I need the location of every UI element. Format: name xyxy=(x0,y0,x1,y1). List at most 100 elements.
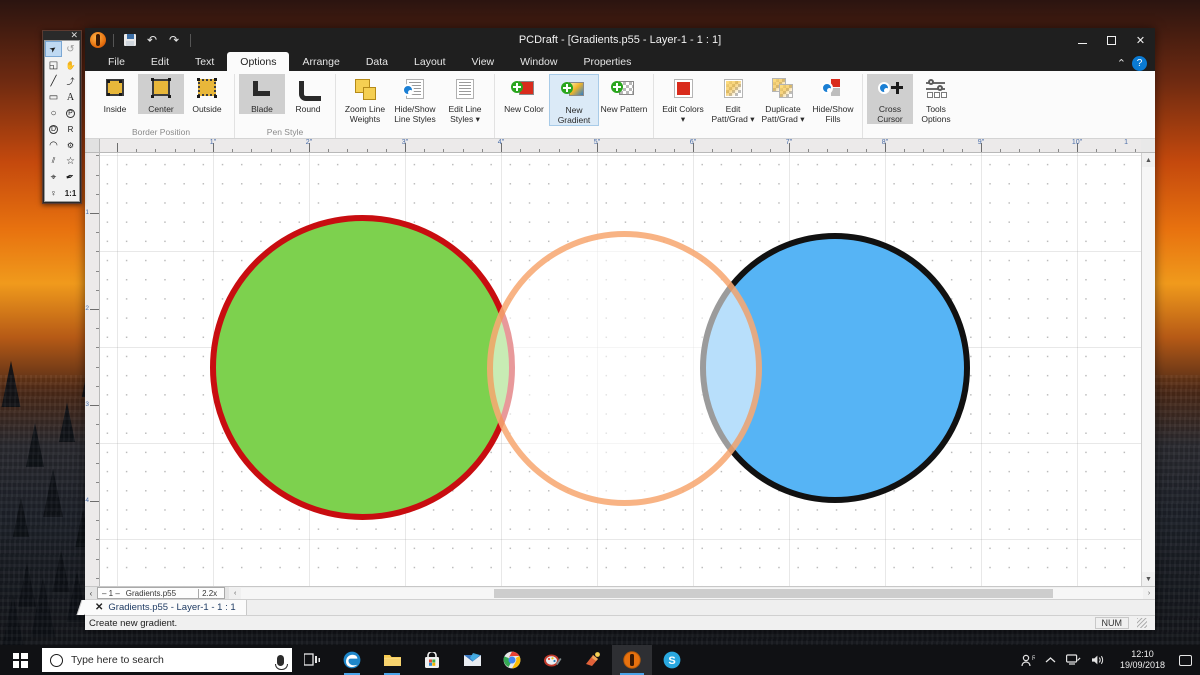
tool-rotate[interactable]: ↺ xyxy=(62,41,79,57)
tool-scale-1-1[interactable]: 1:1 xyxy=(62,185,79,201)
button-round[interactable]: Round xyxy=(285,74,331,114)
undo-button[interactable]: ↶ xyxy=(143,31,161,49)
mail-button[interactable] xyxy=(452,645,492,675)
tool-star[interactable]: ☆ xyxy=(62,153,79,169)
tab-layout[interactable]: Layout xyxy=(401,52,459,71)
button-cross-cursor[interactable]: Cross Cursor xyxy=(867,74,913,124)
minimize-button[interactable] xyxy=(1068,28,1097,52)
collapse-ribbon-icon[interactable]: ⌃ xyxy=(1117,57,1126,70)
redo-button[interactable]: ↷ xyxy=(165,31,183,49)
tab-file[interactable]: File xyxy=(95,52,138,71)
vertical-ruler[interactable]: 1234 xyxy=(85,153,100,586)
ruler-corner[interactable] xyxy=(85,139,100,153)
task-view-button[interactable] xyxy=(292,645,332,675)
microphone-icon[interactable] xyxy=(277,655,284,666)
chevron-up-icon[interactable] xyxy=(1045,656,1056,664)
vertical-scroll-track[interactable] xyxy=(1142,167,1155,572)
horizontal-scroll-track[interactable] xyxy=(241,588,1143,599)
start-button[interactable] xyxy=(0,645,40,675)
sheet-tab[interactable]: – 1 – Gradients.p55 2.2x xyxy=(97,587,225,599)
tab-window[interactable]: Window xyxy=(507,52,570,71)
drawing-canvas[interactable] xyxy=(100,153,1141,586)
paint3d-button[interactable] xyxy=(572,645,612,675)
tab-options[interactable]: Options xyxy=(227,52,289,71)
tool-eyedropper[interactable]: ✒ xyxy=(62,169,79,185)
tool-parallel[interactable]: P xyxy=(62,105,79,121)
tool-magnifier[interactable]: ♀ xyxy=(45,185,62,201)
tool-pan-area[interactable]: ◱ xyxy=(45,57,62,73)
clock[interactable]: 12:10 19/09/2018 xyxy=(1116,649,1169,671)
tool-hatch[interactable]: ⫽ xyxy=(45,153,62,169)
people-icon[interactable]: R xyxy=(1021,654,1035,667)
close-icon[interactable]: ✕ xyxy=(95,602,103,613)
button-blade[interactable]: Blade xyxy=(239,74,285,114)
tool-text[interactable]: A xyxy=(62,89,79,105)
tool-polyline[interactable]: ⤴ xyxy=(62,73,79,89)
file-explorer-button[interactable] xyxy=(372,645,412,675)
tool-radius[interactable]: R xyxy=(62,121,79,137)
tree-icon xyxy=(43,469,63,517)
tool-pointer[interactable]: ➤ xyxy=(45,41,62,57)
skype-button[interactable]: S xyxy=(652,645,692,675)
network-icon[interactable] xyxy=(1066,654,1081,666)
tool-dimension[interactable]: D xyxy=(45,121,62,137)
peach-outline-circle-shape[interactable] xyxy=(487,231,762,506)
tool-hand[interactable]: ✋ xyxy=(62,57,79,73)
button-new-gradient[interactable]: New Gradient xyxy=(549,74,599,126)
close-button[interactable]: ✕ xyxy=(1126,28,1155,52)
edge-button[interactable] xyxy=(332,645,372,675)
notifications-icon[interactable] xyxy=(1179,655,1192,666)
tab-text[interactable]: Text xyxy=(182,52,227,71)
tool-line[interactable]: ╱ xyxy=(45,73,62,89)
close-icon[interactable]: ✕ xyxy=(70,31,78,40)
search-input[interactable]: Type here to search xyxy=(71,654,277,666)
tab-arrange[interactable]: Arrange xyxy=(289,52,352,71)
tool-circle[interactable]: ○ xyxy=(45,105,62,121)
scroll-down-arrow[interactable]: ▼ xyxy=(1142,572,1155,586)
pcdraft-button[interactable] xyxy=(612,645,652,675)
hscroll-left-arrow[interactable]: ‹ xyxy=(229,590,241,597)
paint-button[interactable] xyxy=(532,645,572,675)
tool-arc[interactable]: ◠ xyxy=(45,137,62,153)
button-tools-options[interactable]: Tools Options xyxy=(913,74,959,124)
tab-properties[interactable]: Properties xyxy=(570,52,644,71)
button-edit-line-styles[interactable]: Edit Line Styles ▾ xyxy=(440,74,490,124)
vertical-scrollbar[interactable]: ▲ ▼ xyxy=(1141,153,1155,586)
button-center[interactable]: Center xyxy=(138,74,184,114)
tab-view[interactable]: View xyxy=(459,52,508,71)
tool-point[interactable]: ⌖ xyxy=(45,169,62,185)
search-box[interactable]: Type here to search xyxy=(42,648,292,672)
tool-palette-title-bar[interactable]: ✕ xyxy=(43,31,81,40)
help-button[interactable]: ? xyxy=(1132,56,1147,71)
chrome-button[interactable] xyxy=(492,645,532,675)
tree-icon xyxy=(2,594,24,647)
save-button[interactable] xyxy=(121,31,139,49)
tool-symbol[interactable]: ⚙ xyxy=(62,137,79,153)
resize-grip[interactable] xyxy=(1137,618,1147,628)
button-hide-show-fills[interactable]: Hide/Show Fills xyxy=(808,74,858,124)
button-new-pattern[interactable]: New Pattern xyxy=(599,74,649,114)
tab-edit[interactable]: Edit xyxy=(138,52,182,71)
hscroll-right-arrow[interactable]: › xyxy=(1143,590,1155,597)
button-hide-show-line-styles[interactable]: Hide/Show Line Styles xyxy=(390,74,440,124)
green-circle-shape[interactable] xyxy=(210,215,515,520)
sheet-prev-button[interactable]: ‹ xyxy=(85,587,97,599)
tool-rectangle[interactable]: ▭ xyxy=(45,89,62,105)
button-zoom-line-weights[interactable]: Zoom Line Weights xyxy=(340,74,390,124)
zoom-level[interactable]: 2.2x xyxy=(198,589,220,598)
button-duplicate-patt-grad[interactable]: Duplicate Patt/Grad ▾ xyxy=(758,74,808,124)
horizontal-scroll-thumb[interactable] xyxy=(494,589,1053,598)
button-new-color[interactable]: New Color xyxy=(499,74,549,114)
button-edit-colors[interactable]: Edit Colors ▾ xyxy=(658,74,708,124)
volume-icon[interactable] xyxy=(1091,654,1106,666)
button-edit-patt-grad[interactable]: Edit Patt/Grad ▾ xyxy=(708,74,758,124)
microsoft-store-button[interactable] xyxy=(412,645,452,675)
tab-data[interactable]: Data xyxy=(353,52,401,71)
horizontal-ruler[interactable]: 1"2"3"4"5"6"7"8"9"10"1 xyxy=(100,139,1141,153)
horizontal-scrollbar[interactable]: ‹ › xyxy=(229,587,1155,599)
button-outside[interactable]: Outside xyxy=(184,74,230,114)
document-tab[interactable]: ✕ Gradients.p55 - Layer-1 - 1 : 1 xyxy=(85,600,247,615)
button-inside[interactable]: Inside xyxy=(92,74,138,114)
maximize-button[interactable] xyxy=(1097,28,1126,52)
scroll-up-arrow[interactable]: ▲ xyxy=(1142,153,1155,167)
